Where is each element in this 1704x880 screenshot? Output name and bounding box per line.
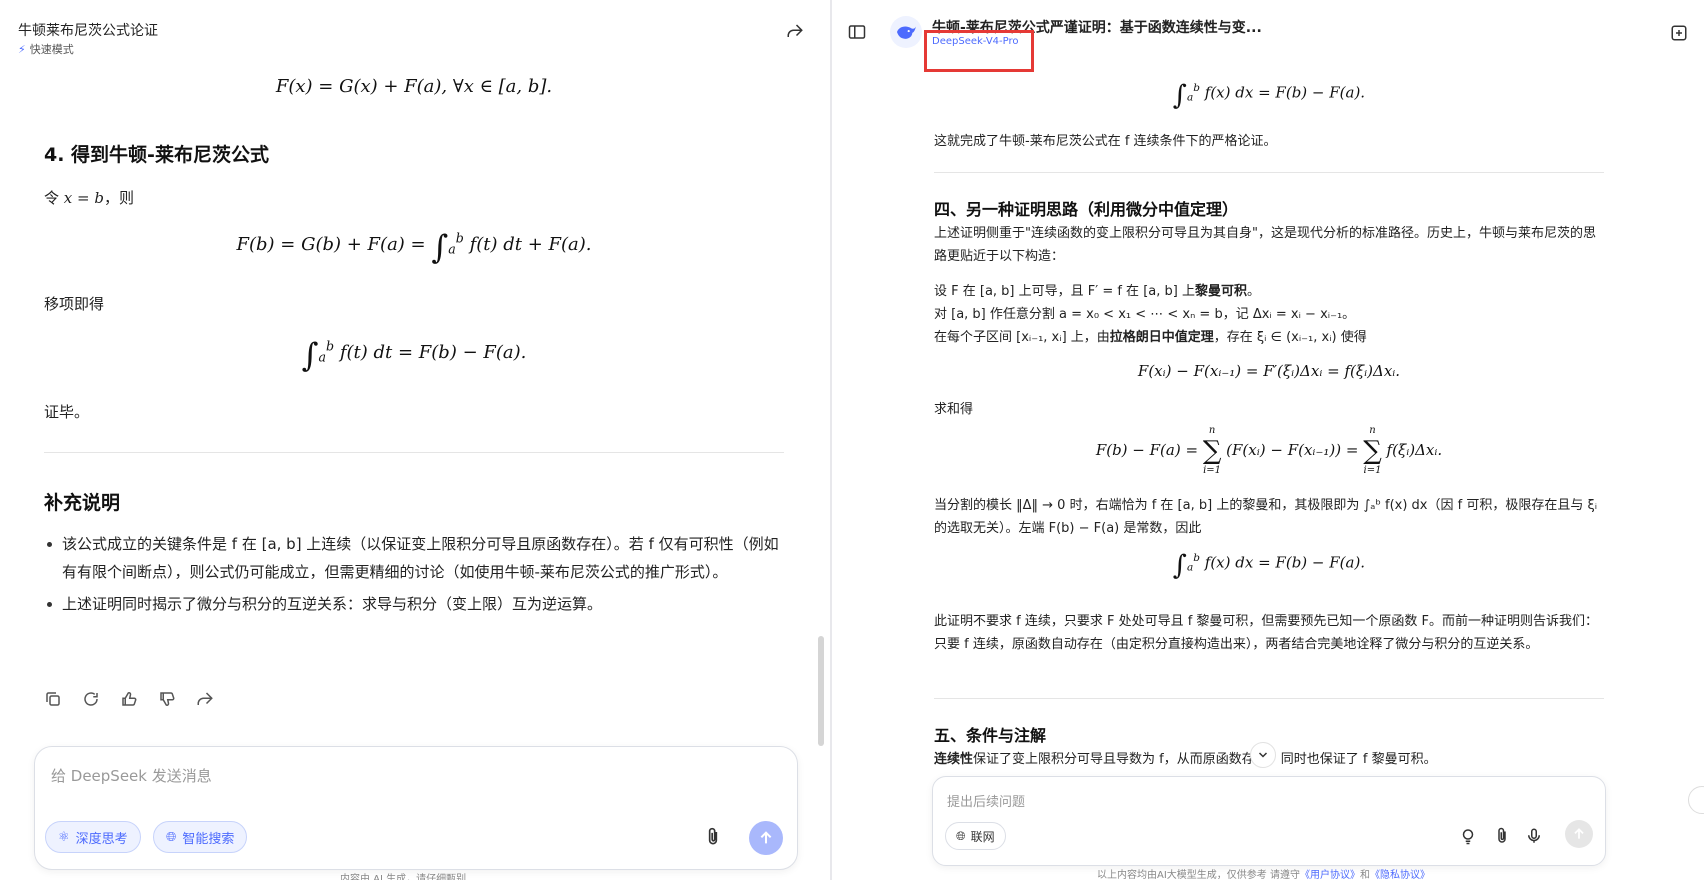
microphone-icon[interactable] bbox=[1525, 827, 1543, 845]
summation-sign: n ∑ i=1 bbox=[1202, 425, 1222, 476]
paragraph-sum: 求和得 bbox=[934, 402, 974, 417]
mode-text: 快速模式 bbox=[29, 43, 74, 56]
attach-icon[interactable] bbox=[1493, 827, 1511, 845]
copy-icon[interactable] bbox=[44, 690, 62, 708]
deepseek-logo bbox=[890, 16, 922, 48]
divider bbox=[934, 698, 1604, 699]
paragraph-intro: 上述证明侧重于"连续函数的变上限积分可导且为其自身"，这是现代分析的标准路径。历… bbox=[934, 226, 1596, 264]
divider bbox=[934, 172, 1604, 173]
send-button[interactable] bbox=[749, 821, 783, 855]
integral-sign: ∫ bbox=[301, 336, 319, 374]
paragraph-limit: 当分割的模长 ‖Δ‖ → 0 时，右端恰为 f 在 [a, b] 上的黎曼和，其… bbox=[934, 498, 1598, 536]
left-chat-pane: 牛顿莱布尼茨公式论证 ⚡ 快速模式 F(x) = G(x) + F(a), ∀x… bbox=[0, 0, 830, 880]
web-search-button[interactable]: 🌐︎ 联网 bbox=[945, 822, 1006, 850]
supplement-list: 该公式成立的关键条件是 f 在 [a, b] 上连续（以保证变上限积分可导且原函… bbox=[44, 530, 784, 622]
lightbulb-icon[interactable] bbox=[1459, 827, 1477, 845]
globe-icon: 🌐︎ bbox=[956, 828, 966, 843]
privacy-policy-link[interactable]: 《隐私协议》 bbox=[1370, 870, 1430, 880]
chevron-down-icon bbox=[1258, 752, 1268, 758]
thumbs-down-icon[interactable] bbox=[158, 690, 176, 708]
list-item: 上述证明同时揭示了微分与积分的互逆关系：求导与积分（变上限）互为逆运算。 bbox=[44, 590, 784, 618]
share-icon[interactable] bbox=[786, 22, 804, 40]
followup-input[interactable]: 提出后续问题 bbox=[947, 791, 1025, 810]
send-button[interactable] bbox=[1565, 820, 1593, 848]
equation-sum: F(b) − F(a) = n ∑ i=1 (F(xᵢ) − F(xᵢ₋₁)) = … bbox=[1095, 425, 1443, 476]
arrow-up-icon bbox=[760, 831, 772, 844]
paragraph-done: 这就完成了牛顿-莱布尼茨公式在 f 连续条件下的严格论证。 bbox=[934, 134, 1277, 149]
whale-icon bbox=[897, 26, 916, 39]
heading-section-4: 四、另一种证明思路（利用微分中值定理） bbox=[934, 200, 1239, 219]
sidebar-toggle-icon[interactable] bbox=[848, 24, 866, 40]
smart-search-button[interactable]: 🌐︎ 智能搜索 bbox=[153, 821, 248, 853]
side-scroll-button[interactable] bbox=[1688, 786, 1704, 814]
mode-label: ⚡ 快速模式 bbox=[18, 41, 74, 57]
deep-think-button[interactable]: ⚛ 深度思考 bbox=[45, 821, 141, 853]
heading-step4: 4. 得到牛顿-莱布尼茨公式 bbox=[44, 144, 269, 166]
share-icon[interactable] bbox=[196, 690, 214, 708]
paragraph-qed: 证毕。 bbox=[44, 403, 90, 421]
highlight-box bbox=[924, 30, 1034, 72]
divider bbox=[44, 452, 784, 453]
atom-icon: ⚛ bbox=[58, 829, 70, 845]
equation-top: ∫ab f(x) dx = F(b) − F(a). bbox=[1172, 80, 1366, 111]
list-item: 该公式成立的关键条件是 f 在 [a, b] 上连续（以保证变上限积分可导且原函… bbox=[44, 530, 784, 586]
scrollbar-thumb[interactable] bbox=[818, 636, 824, 746]
paragraph-let: 令 x = b，则 bbox=[44, 189, 134, 207]
equation-mvt: F(xᵢ) − F(xᵢ₋₁) = F′(ξᵢ)Δxᵢ = f(ξᵢ)Δxᵢ. bbox=[1137, 362, 1401, 380]
new-chat-icon[interactable] bbox=[1670, 24, 1688, 42]
regenerate-icon[interactable] bbox=[82, 690, 100, 708]
equation-1: F(x) = G(x) + F(a), ∀x ∈ [a, b]. bbox=[275, 76, 553, 97]
paragraph-note: 此证明不要求 f 连续，只要求 F 处处可导且 f 黎曼可积，但需要预先已知一个… bbox=[934, 614, 1599, 652]
chat-title: 牛顿莱布尼茨公式论证 bbox=[18, 23, 158, 39]
message-input-box[interactable]: 给 DeepSeek 发送消息 ⚛ 深度思考 🌐︎ 智能搜索 bbox=[34, 746, 798, 870]
globe-icon: 🌐︎ bbox=[166, 829, 177, 845]
equation-2: F(b) = G(b) + F(a) = ∫ab f(t) dt + F(a). bbox=[236, 228, 592, 266]
summation-sign: n ∑ i=1 bbox=[1363, 425, 1382, 476]
bolt-icon: ⚡ bbox=[18, 42, 26, 56]
right-chat-pane: 牛顿-莱布尼茨公式严谨证明：基于函数连续性与变... DeepSeek-V4-P… bbox=[832, 0, 1704, 880]
integral-sign: ∫ bbox=[431, 228, 449, 266]
user-agreement-link[interactable]: 《用户协议》 bbox=[1300, 870, 1360, 880]
message-actions bbox=[44, 690, 214, 708]
message-input[interactable]: 给 DeepSeek 发送消息 bbox=[51, 765, 212, 786]
followup-input-box[interactable]: 提出后续问题 🌐︎ 联网 bbox=[932, 776, 1606, 866]
scroll-down-button[interactable] bbox=[1250, 742, 1276, 768]
equation-3: ∫ab f(t) dt = F(b) − F(a). bbox=[301, 336, 527, 374]
attach-icon[interactable] bbox=[703, 827, 723, 847]
left-footer-note: 内容由 AI 生成，请仔细甄别 bbox=[340, 874, 467, 880]
heading-section-5: 五、条件与注解 bbox=[934, 726, 1047, 745]
heading-supplement: 补充说明 bbox=[44, 492, 121, 514]
right-footer-note: 以上内容均由AI大模型生成，仅供参考 请遵守《用户协议》和《隐私协议》 bbox=[1097, 870, 1430, 880]
paragraph-move: 移项即得 bbox=[44, 295, 105, 313]
arrow-up-icon bbox=[1574, 828, 1584, 839]
paragraph-setup: 设 F 在 [a, b] 上可导，且 F′ = f 在 [a, b] 上黎曼可积… bbox=[934, 284, 1367, 345]
thumbs-up-icon[interactable] bbox=[120, 690, 138, 708]
equation-final: ∫ab f(x) dx = F(b) − F(a). bbox=[1172, 550, 1366, 581]
